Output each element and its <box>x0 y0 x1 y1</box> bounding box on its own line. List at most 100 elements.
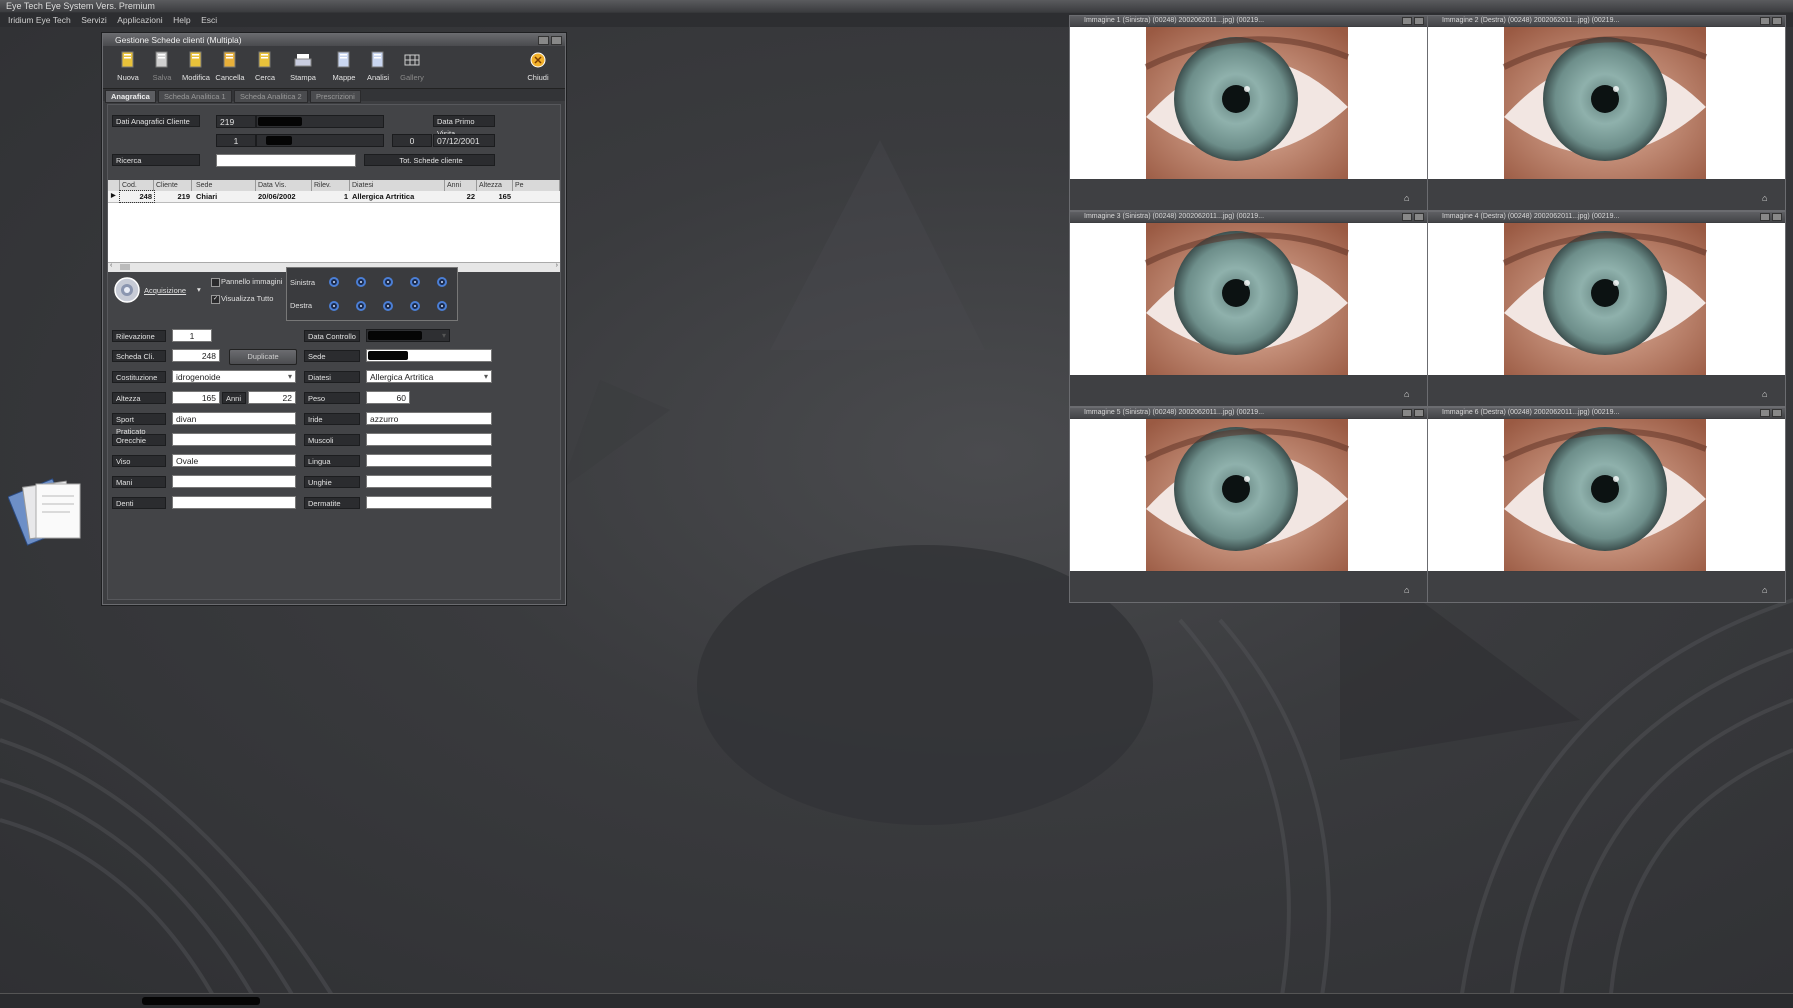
iris-photo[interactable] <box>1428 419 1785 571</box>
record-number-field[interactable]: 1 <box>216 134 256 147</box>
tab-scheda-analitica-1[interactable]: Scheda Analitica 1 <box>158 90 232 103</box>
visualizza-tutto-checkbox[interactable]: ✓ <box>211 295 220 304</box>
left-slot-5-radio[interactable] <box>437 277 447 287</box>
sport-praticato-field[interactable]: divan <box>172 412 296 425</box>
iride-field[interactable]: azzurro <box>366 412 492 425</box>
scheda-cli-field[interactable]: 248 <box>172 349 220 362</box>
iris-photo[interactable] <box>1070 419 1427 571</box>
viewer-close-button[interactable] <box>1414 409 1424 417</box>
tab-scheda-analitica-2[interactable]: Scheda Analitica 2 <box>234 90 308 103</box>
left-slot-4-radio[interactable] <box>410 277 420 287</box>
table-cell[interactable]: Chiari <box>194 191 256 202</box>
column-header[interactable]: Cliente <box>154 180 192 191</box>
client-id-field[interactable]: 219 <box>216 115 256 128</box>
orecchie-field[interactable] <box>172 433 296 446</box>
column-header[interactable]: Altezza <box>477 180 513 191</box>
column-header[interactable]: Rilev. <box>312 180 350 191</box>
count-field[interactable]: 0 <box>392 134 432 147</box>
duplicate-button[interactable]: Duplicate <box>229 349 297 365</box>
menu-item-help[interactable]: Help <box>173 13 190 27</box>
muscoli-field[interactable] <box>366 433 492 446</box>
diatesi-select[interactable]: Allergica Artritica <box>366 370 492 383</box>
table-cell[interactable]: 22 <box>445 191 477 202</box>
pannello-immagini-checkbox[interactable] <box>211 278 220 287</box>
toolbar-modifica-button[interactable]: Modifica <box>179 50 213 82</box>
altezza-field[interactable]: 165 <box>172 391 220 404</box>
menu-item-servizi[interactable]: Servizi <box>81 13 107 27</box>
taskbar-item[interactable] <box>142 997 260 1005</box>
dermatite-field[interactable] <box>366 496 492 509</box>
menu-item-esci[interactable]: Esci <box>201 13 217 27</box>
menu-item-iridium[interactable]: Iridium Eye Tech <box>8 13 71 27</box>
scroll-right-icon[interactable]: › <box>556 262 558 269</box>
ricerca-input[interactable] <box>216 154 356 167</box>
tab-anagrafica[interactable]: Anagrafica <box>105 90 156 103</box>
viewer-close-button[interactable] <box>1772 17 1782 25</box>
viewer-maximize-button[interactable] <box>1402 213 1412 221</box>
viewer-close-button[interactable] <box>1414 213 1424 221</box>
viewer-close-button[interactable] <box>1772 409 1782 417</box>
iris-photo[interactable] <box>1070 223 1427 375</box>
table-cell[interactable]: Allergica Artritica <box>350 191 445 202</box>
viewer-maximize-button[interactable] <box>1402 409 1412 417</box>
toolbar-salva-button[interactable]: Salva <box>145 50 179 82</box>
data-primo-visita-field[interactable]: 07/12/2001 <box>433 134 495 147</box>
chevron-down-icon[interactable]: ▾ <box>197 285 201 294</box>
column-header[interactable]: Diatesi <box>350 180 445 191</box>
home-icon[interactable]: ⌂ <box>1762 585 1771 595</box>
viso-field[interactable]: Ovale <box>172 454 296 467</box>
toolbar-analisi-button[interactable]: Analisi <box>361 50 395 82</box>
column-header[interactable]: Anni <box>445 180 477 191</box>
scroll-thumb[interactable] <box>120 264 130 270</box>
costituzione-select[interactable]: idrogenoide <box>172 370 296 383</box>
right-slot-4-radio[interactable] <box>410 301 420 311</box>
tab-prescrizioni[interactable]: Prescrizioni <box>310 90 361 103</box>
tot-schede-button[interactable]: Tot. Schede cliente <box>364 154 495 166</box>
mani-field[interactable] <box>172 475 296 488</box>
iris-photo[interactable] <box>1428 27 1785 179</box>
table-cell[interactable]: 165 <box>477 191 513 202</box>
peso-field[interactable]: 60 <box>366 391 410 404</box>
left-slot-1-radio[interactable] <box>329 277 339 287</box>
column-header[interactable]: Cod. <box>120 180 154 191</box>
viewer-maximize-button[interactable] <box>1402 17 1412 25</box>
lingua-field[interactable] <box>366 454 492 467</box>
table-cell[interactable]: 1 <box>312 191 350 202</box>
home-icon[interactable]: ⌂ <box>1404 389 1413 399</box>
viewer-maximize-button[interactable] <box>1760 17 1770 25</box>
right-slot-2-radio[interactable] <box>356 301 366 311</box>
column-header[interactable]: Data Vis. <box>256 180 312 191</box>
acquisizione-button[interactable]: Acquisizione <box>144 286 186 295</box>
column-header[interactable]: Pe <box>513 180 560 191</box>
right-slot-5-radio[interactable] <box>437 301 447 311</box>
scroll-left-icon[interactable]: ‹ <box>110 262 112 269</box>
toolbar-stampa-button[interactable]: Stampa <box>286 50 320 82</box>
iris-photo[interactable] <box>1428 223 1785 375</box>
camera-icon[interactable] <box>114 277 140 303</box>
unghie-field[interactable] <box>366 475 492 488</box>
rilevazione-field[interactable]: 1 <box>172 329 212 342</box>
table-cell[interactable]: 20/06/2002 <box>256 191 312 202</box>
home-icon[interactable]: ⌂ <box>1762 193 1771 203</box>
anni-field[interactable]: 22 <box>248 391 296 404</box>
home-icon[interactable]: ⌂ <box>1404 585 1413 595</box>
column-header[interactable]: Sede <box>194 180 256 191</box>
table-cell[interactable] <box>513 191 560 202</box>
toolbar-mappe-button[interactable]: Mappe <box>327 50 361 82</box>
viewer-maximize-button[interactable] <box>1760 213 1770 221</box>
documents-icon[interactable] <box>8 470 92 550</box>
table-row[interactable]: ▶ 248 219 Chiari 20/06/2002 1 Allergica Artrit… <box>108 190 560 203</box>
viewer-maximize-button[interactable] <box>1760 409 1770 417</box>
viewer-close-button[interactable] <box>1414 17 1424 25</box>
home-icon[interactable]: ⌂ <box>1762 389 1771 399</box>
iris-photo[interactable] <box>1070 27 1427 179</box>
toolbar-chiudi-button[interactable]: Chiudi <box>521 50 555 82</box>
toolbar-cancella-button[interactable]: Cancella <box>213 50 247 82</box>
minimize-button[interactable] <box>538 36 549 45</box>
right-slot-3-radio[interactable] <box>383 301 393 311</box>
right-slot-1-radio[interactable] <box>329 301 339 311</box>
left-slot-3-radio[interactable] <box>383 277 393 287</box>
table-cell[interactable]: 248 <box>119 190 155 203</box>
toolbar-nuova-button[interactable]: Nuova <box>111 50 145 82</box>
home-icon[interactable]: ⌂ <box>1404 193 1413 203</box>
